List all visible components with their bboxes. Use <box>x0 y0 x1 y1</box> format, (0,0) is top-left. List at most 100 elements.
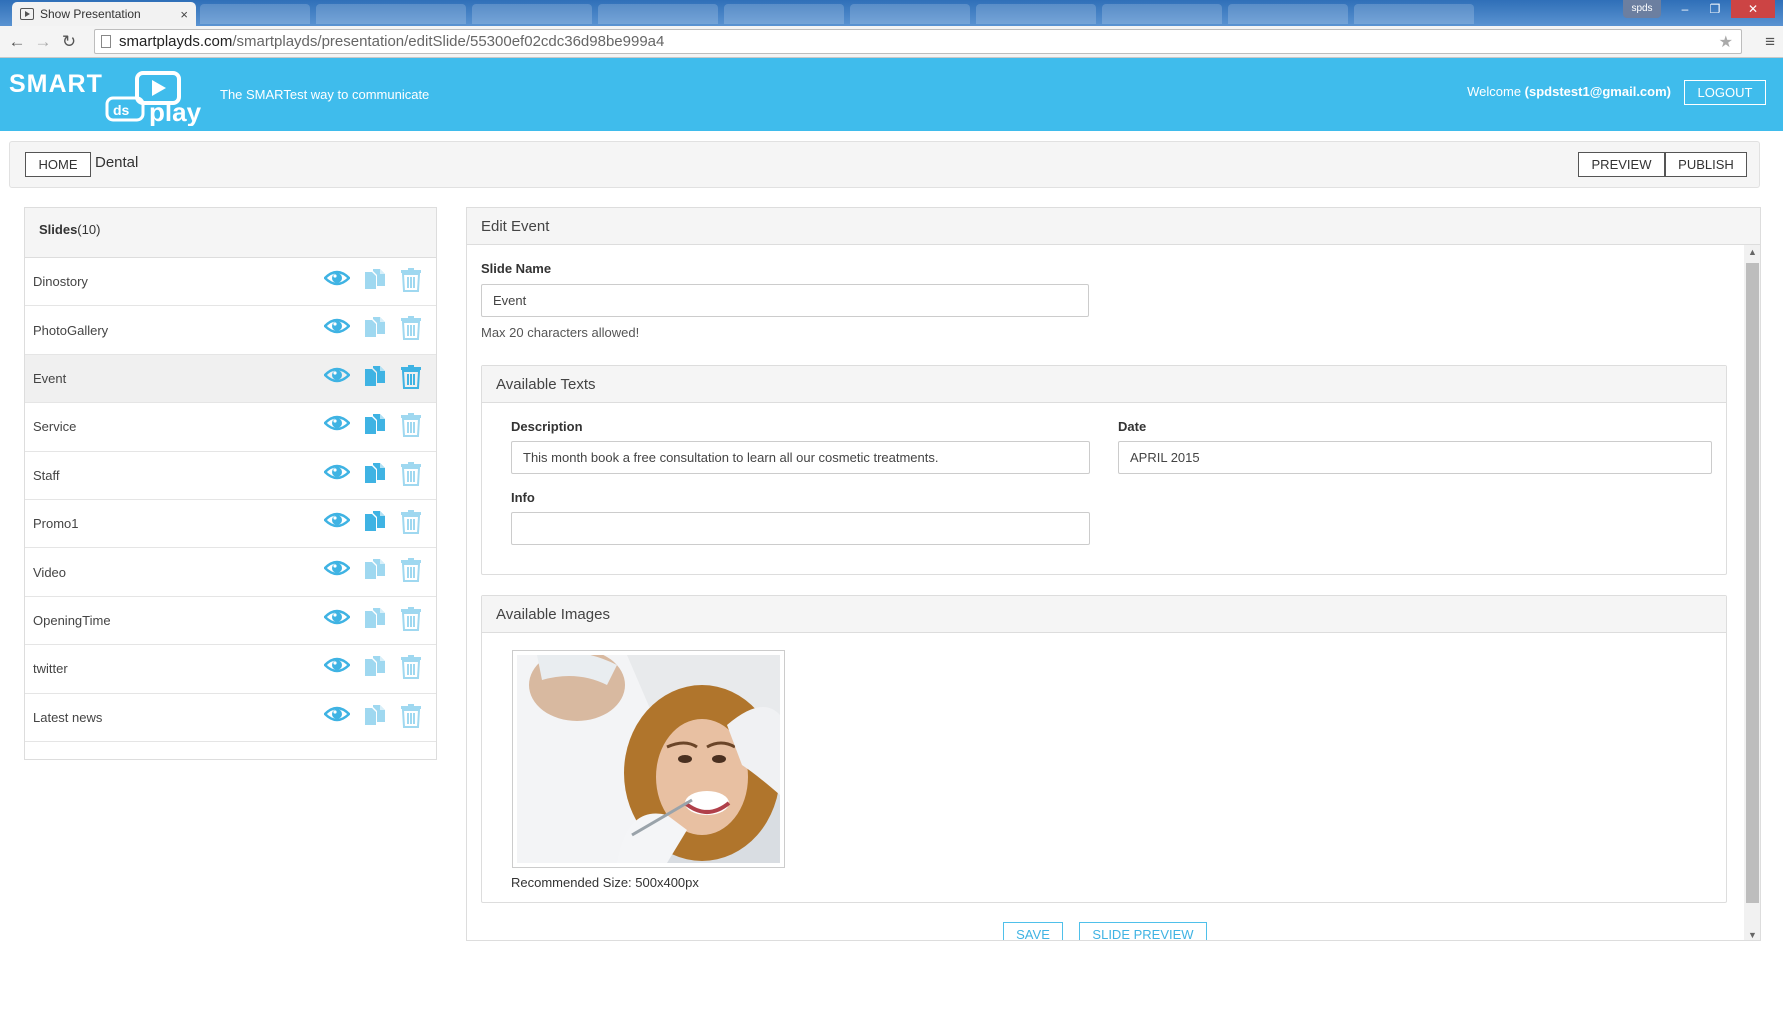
copy-icon[interactable] <box>364 316 386 340</box>
eye-icon[interactable] <box>324 558 350 578</box>
trash-icon[interactable] <box>400 316 422 341</box>
copy-icon[interactable] <box>364 268 386 292</box>
welcome-user: (spdstest1@gmail.com) <box>1524 84 1671 99</box>
copy-icon[interactable] <box>364 365 386 389</box>
eye-icon[interactable] <box>324 704 350 724</box>
trash-icon[interactable] <box>400 268 422 292</box>
browser-tab-active[interactable]: Show Presentation × <box>12 2 196 26</box>
home-button[interactable]: HOME <box>25 152 91 177</box>
tagline: The SMARTest way to communicate <box>220 87 430 102</box>
restore-icon[interactable]: ❐ <box>1701 0 1729 18</box>
scrollbar-thumb[interactable] <box>1746 263 1759 903</box>
description-input[interactable] <box>511 441 1090 474</box>
smartplay-logo: SMART ds play <box>9 70 202 126</box>
preview-button[interactable]: PREVIEW <box>1578 152 1665 177</box>
publish-button[interactable]: PUBLISH <box>1665 152 1747 177</box>
presentation-toolbar: HOME Dental PREVIEW PUBLISH <box>9 141 1760 188</box>
eye-icon[interactable] <box>324 510 350 530</box>
browser-tabstrip: Show Presentation × spds – ❐ ✕ <box>0 0 1783 26</box>
trash-icon[interactable] <box>400 558 422 583</box>
available-images-title: Available Images <box>482 596 1726 633</box>
welcome-text: Welcome (spdstest1@gmail.com) <box>1467 84 1671 99</box>
slide-actions <box>324 606 422 631</box>
svg-text:play: play <box>149 97 202 126</box>
slide-row[interactable]: Dinostory <box>25 258 436 307</box>
copy-icon[interactable] <box>364 413 386 437</box>
minimize-icon[interactable]: – <box>1671 0 1699 18</box>
reload-icon[interactable]: ↻ <box>56 32 82 52</box>
app-header: SMART ds play The SMARTest way to commun… <box>0 58 1783 131</box>
eye-icon[interactable] <box>324 462 350 482</box>
eye-icon[interactable] <box>324 268 350 288</box>
trash-icon[interactable] <box>400 606 422 631</box>
date-input[interactable] <box>1118 441 1712 474</box>
scroll-up-icon[interactable]: ▲ <box>1744 247 1760 257</box>
slide-image-thumbnail[interactable] <box>512 650 785 868</box>
slide-actions <box>324 268 422 292</box>
copy-icon[interactable] <box>364 655 386 679</box>
window-close-icon[interactable]: ✕ <box>1731 0 1775 18</box>
slide-row[interactable]: PhotoGallery <box>25 306 436 355</box>
breadcrumb: Dental <box>95 154 139 171</box>
slide-row[interactable]: Video <box>25 548 436 597</box>
slide-name-hint: Max 20 characters allowed! <box>481 325 640 340</box>
eye-icon[interactable] <box>324 316 350 336</box>
edit-title: Edit Event <box>467 208 1760 245</box>
copy-icon[interactable] <box>364 462 386 486</box>
eye-icon[interactable] <box>324 365 350 385</box>
scroll-down-icon[interactable]: ▼ <box>1744 930 1760 940</box>
back-arrow-icon[interactable]: ← <box>4 32 30 52</box>
slide-actions <box>324 413 422 438</box>
url-path: /smartplayds/presentation/editSlide/5530… <box>232 33 665 50</box>
copy-icon[interactable] <box>364 558 386 582</box>
url-host: smartplayds.com <box>119 33 233 50</box>
date-label: Date <box>1118 419 1147 434</box>
slides-header: Slides(10) <box>25 208 436 258</box>
trash-icon[interactable] <box>400 413 422 438</box>
browser-menu-icon[interactable]: ≡ <box>1765 32 1775 52</box>
save-button[interactable]: SAVE <box>1003 922 1063 940</box>
slide-row[interactable]: OpeningTime <box>25 597 436 646</box>
url-input[interactable]: smartplayds.com/smartplayds/presentation… <box>94 29 1742 54</box>
trash-icon[interactable] <box>400 364 422 389</box>
slide-preview-button[interactable]: SLIDE PREVIEW <box>1079 922 1207 940</box>
info-input[interactable] <box>511 512 1090 545</box>
trash-icon[interactable] <box>400 461 422 486</box>
copy-icon[interactable] <box>364 510 386 534</box>
slide-actions <box>324 655 422 680</box>
logout-button[interactable]: LOGOUT <box>1684 80 1766 105</box>
recommended-size-text: Recommended Size: 500x400px <box>511 875 699 890</box>
slide-actions <box>324 364 422 389</box>
description-label: Description <box>511 419 583 434</box>
eye-icon[interactable] <box>324 607 350 627</box>
slide-row[interactable]: Latest news <box>25 694 436 742</box>
eye-icon[interactable] <box>324 655 350 675</box>
tab-close-icon[interactable]: × <box>180 7 188 22</box>
eye-icon[interactable] <box>324 413 350 433</box>
slide-row[interactable]: Staff <box>25 452 436 500</box>
trash-icon[interactable] <box>400 509 422 534</box>
slide-actions <box>324 703 422 728</box>
slide-actions <box>324 461 422 486</box>
slide-list: Dinostory PhotoGallery Event Service Sta… <box>25 258 436 742</box>
svg-text:SMART: SMART <box>9 70 103 98</box>
trash-icon[interactable] <box>400 655 422 680</box>
slide-row[interactable]: Promo1 <box>25 500 436 549</box>
available-texts-title: Available Texts <box>482 366 1726 403</box>
profile-badge[interactable]: spds <box>1623 0 1661 18</box>
edit-panel: Edit Event Slide Name Max 20 characters … <box>466 207 1761 941</box>
copy-icon[interactable] <box>364 704 386 728</box>
copy-icon[interactable] <box>364 607 386 631</box>
slide-name-input[interactable] <box>481 284 1089 317</box>
trash-icon[interactable] <box>400 703 422 728</box>
slide-row[interactable]: Event <box>25 354 436 404</box>
info-label: Info <box>511 490 535 505</box>
edit-panel-scrollbar[interactable]: ▲ ▼ <box>1744 245 1760 940</box>
slide-name-label: Slide Name <box>481 261 552 276</box>
page-icon <box>101 35 111 48</box>
window-controls: spds – ❐ ✕ <box>1623 0 1775 18</box>
forward-arrow-icon[interactable]: → <box>30 32 56 52</box>
slide-row[interactable]: Service <box>25 403 436 452</box>
slide-row[interactable]: twitter <box>25 645 436 694</box>
bookmark-star-icon[interactable]: ★ <box>1719 32 1733 52</box>
